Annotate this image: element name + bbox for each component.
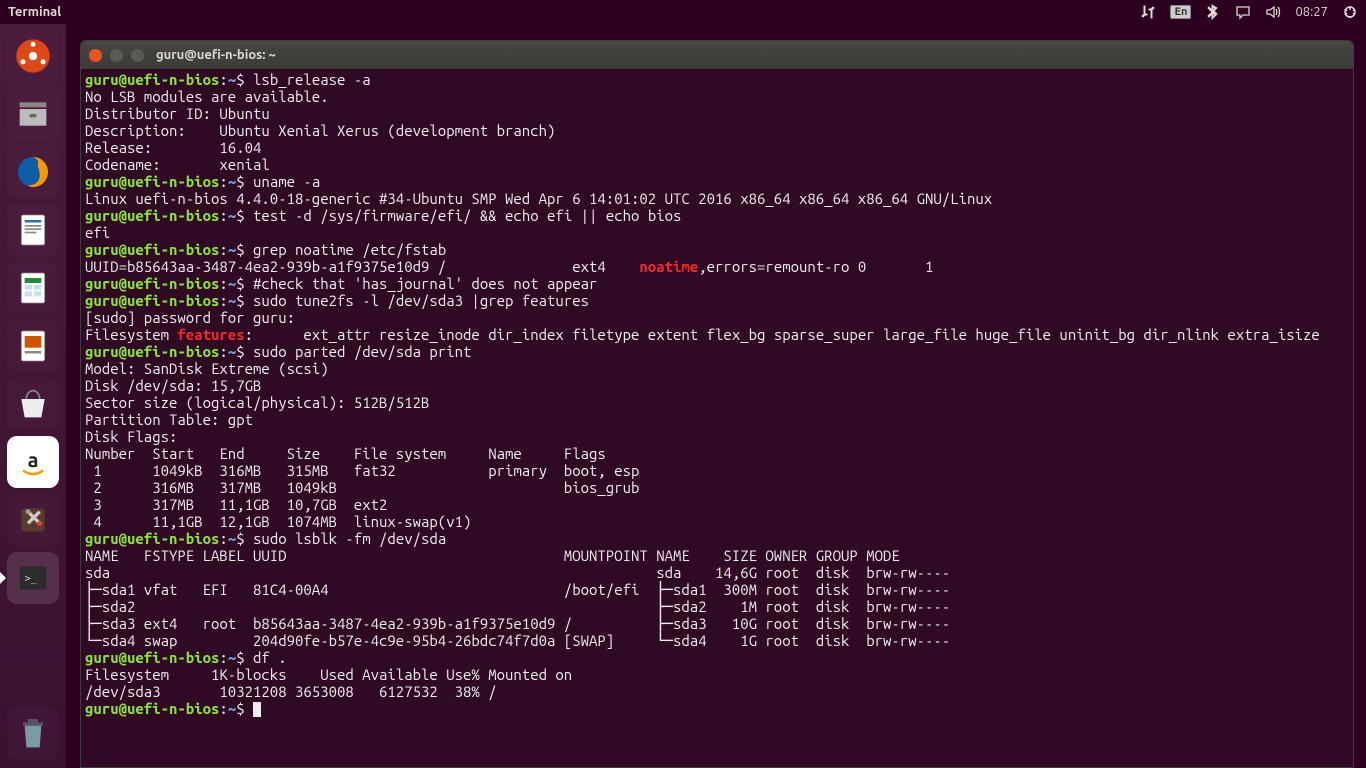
sound-icon[interactable]: [1265, 4, 1281, 20]
terminal-line: guru@uefi-n-bios:~$: [85, 700, 1349, 717]
clock-indicator[interactable]: 08:27: [1295, 5, 1328, 19]
terminal-line: guru@uefi-n-bios:~$ uname -a: [85, 173, 1349, 190]
launcher-trash-icon[interactable]: [7, 708, 59, 760]
terminal-line: Disk /dev/sda: 15,7GB: [85, 377, 1349, 394]
launcher-software-icon[interactable]: [7, 378, 59, 430]
terminal-line: Disk Flags:: [85, 428, 1349, 445]
terminal-line: Distributor ID: Ubuntu: [85, 105, 1349, 122]
session-icon[interactable]: [1342, 4, 1358, 20]
launcher-writer-icon[interactable]: [7, 204, 59, 256]
terminal-line: ├─sda2 ├─sda2 1M root disk brw-rw----: [85, 598, 1349, 615]
messaging-icon[interactable]: [1235, 4, 1251, 20]
terminal-line: 3 317MB 11,1GB 10,7GB ext2: [85, 496, 1349, 513]
window-close-button[interactable]: [89, 49, 102, 62]
terminal-line: [sudo] password for guru:: [85, 309, 1349, 326]
terminal-line: guru@uefi-n-bios:~$ grep noatime /etc/fs…: [85, 241, 1349, 258]
svg-text:a: a: [28, 448, 39, 471]
terminal-line: guru@uefi-n-bios:~$ sudo tune2fs -l /dev…: [85, 292, 1349, 309]
launcher-amazon-icon[interactable]: a: [7, 436, 59, 488]
launcher-files-icon[interactable]: [7, 88, 59, 140]
svg-text:>_: >_: [25, 573, 38, 584]
terminal-line: No LSB modules are available.: [85, 88, 1349, 105]
window-maximize-button[interactable]: [131, 49, 144, 62]
terminal-line: ├─sda1 vfat EFI 81C4-00A4 /boot/efi ├─sd…: [85, 581, 1349, 598]
terminal-line: Model: SanDisk Extreme (scsi): [85, 360, 1349, 377]
terminal-line: ├─sda3 ext4 root b85643aa-3487-4ea2-939b…: [85, 615, 1349, 632]
terminal-line: Codename: xenial: [85, 156, 1349, 173]
terminal-line: Sector size (logical/physical): 512B/512…: [85, 394, 1349, 411]
terminal-line: Filesystem 1K-blocks Used Available Use%…: [85, 666, 1349, 683]
terminal-line: UUID=b85643aa-3487-4ea2-939b-a1f9375e10d…: [85, 258, 1349, 275]
terminal-line: sda sda 14,6G root disk brw-rw----: [85, 564, 1349, 581]
terminal-line: guru@uefi-n-bios:~$ sudo parted /dev/sda…: [85, 343, 1349, 360]
terminal-window: guru@uefi-n-bios: ~ guru@uefi-n-bios:~$ …: [80, 40, 1354, 768]
terminal-line: Number Start End Size File system Name F…: [85, 445, 1349, 462]
app-menu-label[interactable]: Terminal: [8, 5, 61, 19]
terminal-line: Release: 16.04: [85, 139, 1349, 156]
terminal-viewport[interactable]: guru@uefi-n-bios:~$ lsb_release -aNo LSB…: [81, 69, 1353, 767]
window-minimize-button[interactable]: [110, 49, 123, 62]
terminal-line: guru@uefi-n-bios:~$ sudo lsblk -fm /dev/…: [85, 530, 1349, 547]
terminal-line: guru@uefi-n-bios:~$ lsb_release -a: [85, 71, 1349, 88]
terminal-line: NAME FSTYPE LABEL UUID MOUNTPOINT NAME S…: [85, 547, 1349, 564]
launcher-settings-icon[interactable]: [7, 494, 59, 546]
terminal-line: guru@uefi-n-bios:~$ #check that 'has_jou…: [85, 275, 1349, 292]
terminal-line: Description: Ubuntu Xenial Xerus (develo…: [85, 122, 1349, 139]
terminal-line: 2 316MB 317MB 1049kB bios_grub: [85, 479, 1349, 496]
launcher-firefox-icon[interactable]: [7, 146, 59, 198]
window-title: guru@uefi-n-bios: ~: [156, 48, 276, 62]
unity-launcher: a >_: [0, 24, 66, 768]
terminal-line: 1 1049kB 316MB 315MB fat32 primary boot,…: [85, 462, 1349, 479]
terminal-line: guru@uefi-n-bios:~$ df .: [85, 649, 1349, 666]
terminal-line: /dev/sda3 10321208 3653008 6127532 38% /: [85, 683, 1349, 700]
terminal-line: efi: [85, 224, 1349, 241]
network-icon[interactable]: [1140, 4, 1156, 20]
top-menu-bar: Terminal En 08:27: [0, 0, 1366, 24]
terminal-line: └─sda4 swap 204d90fe-b57e-4c9e-95b4-26bd…: [85, 632, 1349, 649]
window-titlebar[interactable]: guru@uefi-n-bios: ~: [81, 41, 1353, 69]
bluetooth-icon[interactable]: [1205, 4, 1221, 20]
terminal-line: guru@uefi-n-bios:~$ test -d /sys/firmwar…: [85, 207, 1349, 224]
launcher-calc-icon[interactable]: [7, 262, 59, 314]
launcher-terminal-icon[interactable]: >_: [7, 552, 59, 604]
terminal-line: Filesystem features: ext_attr resize_ino…: [85, 326, 1349, 343]
launcher-impress-icon[interactable]: [7, 320, 59, 372]
launcher-dash-icon[interactable]: [7, 30, 59, 82]
keyboard-indicator[interactable]: En: [1170, 5, 1191, 19]
terminal-line: 4 11,1GB 12,1GB 1074MB linux-swap(v1): [85, 513, 1349, 530]
terminal-line: Linux uefi-n-bios 4.4.0-18-generic #34-U…: [85, 190, 1349, 207]
desktop-workarea: guru@uefi-n-bios: ~ guru@uefi-n-bios:~$ …: [66, 24, 1366, 768]
terminal-line: Partition Table: gpt: [85, 411, 1349, 428]
